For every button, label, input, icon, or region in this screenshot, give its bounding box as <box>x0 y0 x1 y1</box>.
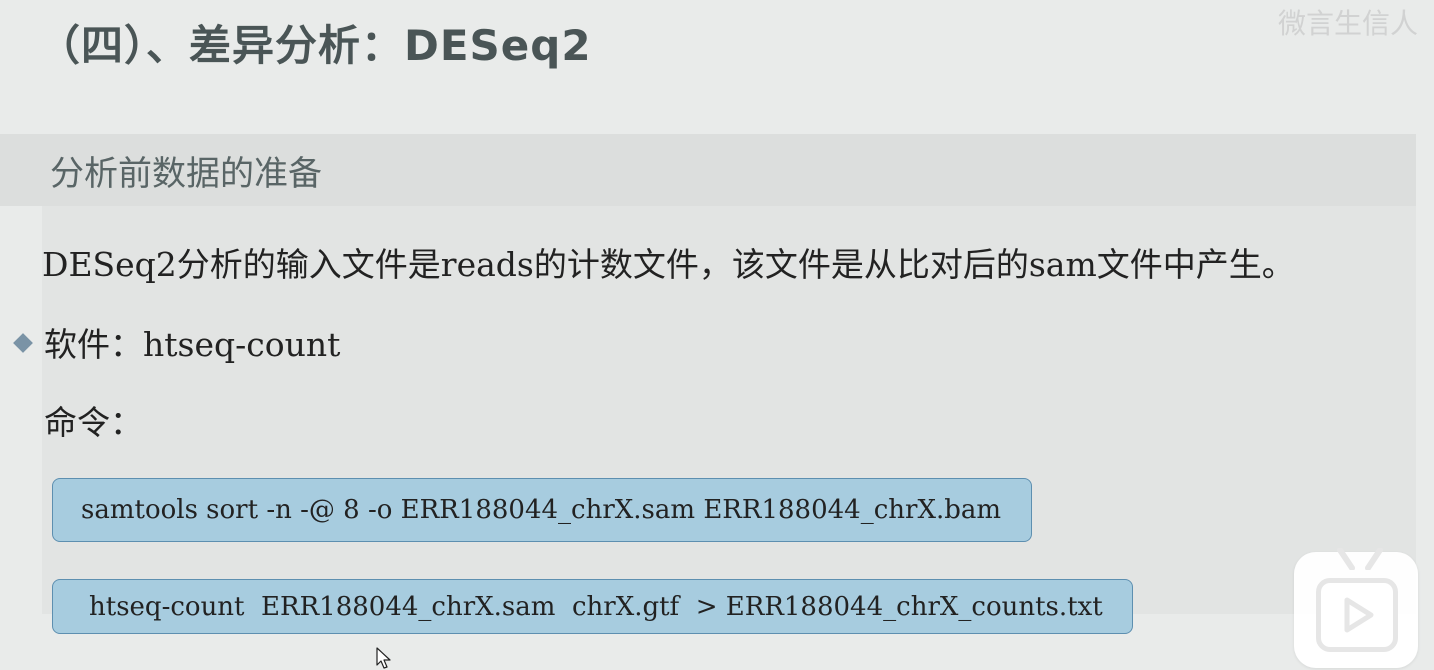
play-triangle-icon <box>1344 597 1374 633</box>
watermark: 微言生信人 <box>1277 7 1418 40</box>
diamond-bullet-icon <box>13 333 33 353</box>
slide-title: （四）、差异分析：DESeq2 <box>38 21 592 70</box>
intro-paragraph: DESeq2分析的输入文件是reads的计数文件，该文件是从比对后的sam文件中… <box>42 245 1295 284</box>
section-heading: 分析前数据的准备 <box>50 154 322 194</box>
tv-antenna-icon <box>1337 548 1383 570</box>
software-line: 软件：htseq-count <box>44 325 341 364</box>
command-box-samtools: samtools sort -n -@ 8 -o ERR188044_chrX.… <box>52 478 1032 542</box>
command-label: 命令： <box>44 403 143 442</box>
mouse-cursor-icon <box>376 647 391 669</box>
command-box-htseq: htseq-count ERR188044_chrX.sam chrX.gtf … <box>52 579 1133 634</box>
slide: （四）、差异分析：DESeq2 微言生信人 分析前数据的准备 DESeq2分析的… <box>0 0 1434 670</box>
play-button-icon[interactable] <box>1316 578 1398 652</box>
